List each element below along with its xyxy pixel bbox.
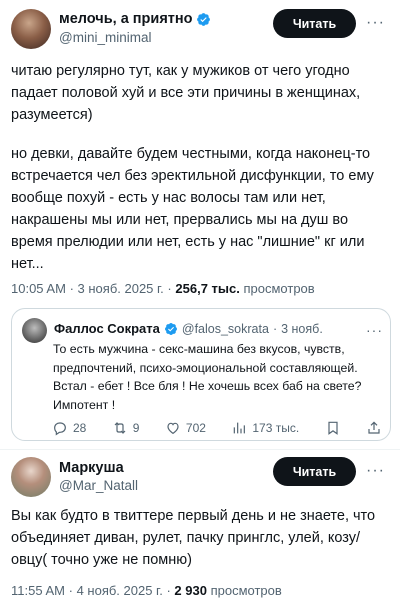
post1-dot-1: · — [69, 281, 74, 296]
divider — [0, 449, 400, 450]
post1-text-paragraph-1: читаю регулярно тут, как у мужиков от че… — [11, 63, 361, 123]
post2-meta: 11:55 AM · 4 нояб. 2025 г. · 2 930 просм… — [11, 583, 282, 598]
like-icon — [167, 422, 179, 435]
post2-time[interactable]: 11:55 AM — [11, 583, 65, 598]
post1-handle[interactable]: @mini_minimal — [59, 30, 151, 45]
quote-author-name-text: Фаллос Сократа — [54, 321, 160, 336]
quote-text: То есть мужчина - секс-машина без вкусов… — [53, 342, 362, 412]
quote-replies-count: 28 — [73, 421, 87, 435]
quote-actions: 28 9 702 173 тыс. — [52, 420, 382, 436]
post2-read-button[interactable]: Читать — [273, 457, 356, 486]
quote-avatar[interactable] — [22, 318, 47, 343]
quote-handle[interactable]: @falos_sokrata — [182, 322, 269, 336]
views-icon — [234, 422, 246, 434]
post1-more-icon[interactable]: ··· — [366, 15, 385, 31]
quote-dot: · — [272, 321, 278, 336]
post2-handle[interactable]: @Mar_Natall — [59, 478, 138, 493]
quote-like-action[interactable]: 702 — [165, 420, 206, 436]
post1-time[interactable]: 10:05 AM — [11, 281, 66, 296]
verified-badge-icon — [196, 12, 210, 26]
quote-bookmark-action[interactable] — [325, 420, 341, 436]
quote-author-name[interactable]: Фаллос Сократа @falos_sokrata · 3 нояб. — [54, 321, 323, 336]
quote-share-action[interactable] — [366, 420, 382, 436]
quote-likes-count: 702 — [185, 421, 206, 435]
quote-views-action[interactable]: 173 тыс. — [231, 420, 299, 436]
post1-avatar[interactable] — [11, 9, 51, 49]
post1-views-count: 256,7 тыс. — [175, 281, 240, 296]
quote-repost-action[interactable]: 9 — [112, 420, 140, 436]
quote-reposts-count: 9 — [132, 421, 140, 435]
post1-date[interactable]: 3 нояб. 2025 г. — [78, 281, 164, 296]
post2-views-label: просмотров — [210, 583, 282, 598]
post2-author-name[interactable]: Маркуша — [59, 460, 124, 476]
post2-avatar[interactable] — [11, 457, 51, 497]
quote-reply-action[interactable]: 28 — [52, 420, 86, 436]
verified-badge-icon — [164, 322, 177, 335]
post1-meta: 10:05 AM · 3 нояб. 2025 г. · 256,7 тыс. … — [11, 281, 315, 296]
post2-views-count: 2 930 — [174, 583, 207, 598]
post2-dot-2: · — [166, 583, 171, 598]
repost-icon — [114, 422, 126, 434]
post1-author-name[interactable]: мелочь, а приятно — [59, 11, 211, 27]
post1-read-button[interactable]: Читать — [273, 9, 356, 38]
post2-more-icon[interactable]: ··· — [366, 463, 385, 479]
post1-views-label: просмотров — [243, 281, 315, 296]
share-icon — [368, 421, 380, 434]
quote-more-icon[interactable]: ··· — [366, 323, 383, 337]
bookmark-icon — [327, 421, 338, 435]
post2-dot-1: · — [68, 583, 73, 598]
post2-date[interactable]: 4 нояб. 2025 г. — [77, 583, 163, 598]
quote-views-count: 173 тыс. — [252, 421, 300, 435]
post1-dot-2: · — [167, 281, 172, 296]
reply-icon — [54, 422, 66, 436]
post2-author-name-text: Маркуша — [59, 460, 124, 476]
post1-author-name-text: мелочь, а приятно — [59, 11, 193, 27]
post2-text: Вы как будто в твиттере первый день и не… — [11, 508, 376, 568]
quote-date[interactable]: 3 нояб. — [281, 322, 323, 336]
post1-text-paragraph-2: но девки, давайте будем честными, когда … — [11, 146, 374, 272]
